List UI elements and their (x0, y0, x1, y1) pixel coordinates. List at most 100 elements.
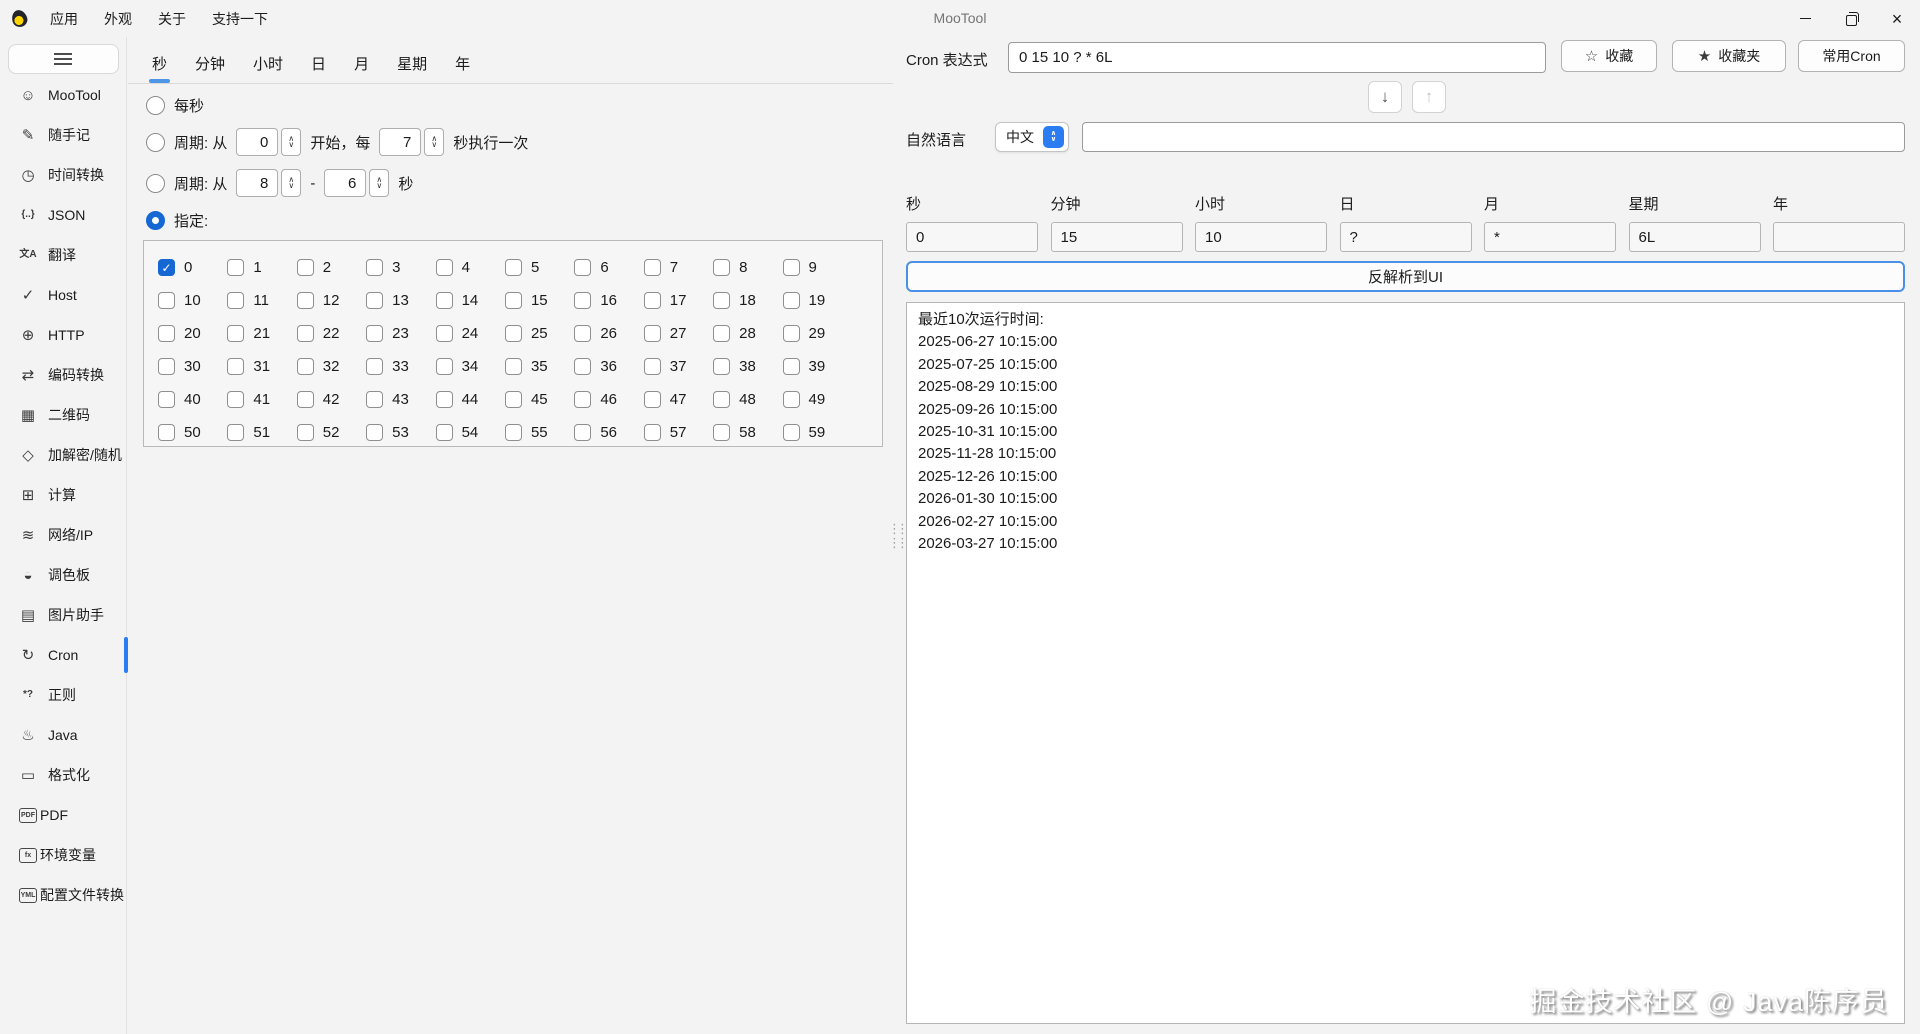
sidebar-item[interactable]: ▤ 图片助手 (0, 595, 126, 635)
second-option[interactable]: 23 (366, 325, 435, 342)
checkbox[interactable] (643, 391, 661, 408)
second-option[interactable]: 59 (782, 424, 852, 441)
sidebar-item[interactable]: *? 正则 (0, 675, 126, 715)
checkbox[interactable] (713, 391, 731, 408)
second-option[interactable]: 20 (158, 325, 227, 342)
favorites-folder-button[interactable]: ★ 收藏夹 (1672, 40, 1786, 72)
second-option[interactable]: 54 (435, 424, 505, 441)
second-option[interactable]: 52 (296, 424, 366, 441)
tab[interactable]: 秒 (138, 43, 181, 83)
cycle-start-stepper[interactable]: ∧ ∨ (281, 128, 302, 156)
checkbox[interactable] (643, 292, 661, 309)
tab[interactable]: 小时 (239, 43, 297, 83)
tab[interactable]: 月 (340, 43, 383, 83)
cron-part-input[interactable] (1773, 222, 1905, 252)
second-option[interactable]: 48 (713, 391, 782, 408)
checkbox[interactable] (574, 325, 592, 342)
second-option[interactable]: 56 (574, 424, 643, 441)
second-option[interactable]: 7 (643, 259, 713, 276)
checkbox[interactable] (713, 424, 731, 441)
checkbox[interactable] (366, 358, 384, 375)
favorite-button[interactable]: ☆ 收藏 (1561, 40, 1657, 72)
checkbox[interactable] (227, 259, 245, 276)
second-option[interactable]: 11 (227, 292, 296, 309)
option-every-second[interactable]: 每秒 (146, 90, 204, 120)
radio-every-second[interactable] (146, 95, 165, 115)
checkbox[interactable] (296, 325, 314, 342)
second-option[interactable]: 0 (158, 259, 227, 276)
menu-item[interactable]: 外观 (91, 0, 145, 37)
parse-down-button[interactable]: ↓ (1368, 81, 1402, 113)
sidebar-item[interactable]: ↻ Cron (0, 635, 128, 675)
menu-item[interactable]: 应用 (37, 0, 91, 37)
second-option[interactable]: 24 (435, 325, 505, 342)
second-option[interactable]: 15 (504, 292, 574, 309)
cron-part-input[interactable] (1050, 222, 1183, 252)
checkbox[interactable] (158, 259, 175, 276)
checkbox[interactable] (782, 325, 800, 342)
checkbox[interactable] (227, 424, 245, 441)
second-option[interactable]: 1 (227, 259, 296, 276)
tab[interactable]: 日 (297, 43, 340, 83)
checkbox[interactable] (158, 358, 175, 375)
checkbox[interactable] (782, 259, 800, 276)
checkbox[interactable] (643, 424, 661, 441)
sidebar-item[interactable]: ⊕ HTTP (0, 315, 126, 355)
second-option[interactable]: 43 (366, 391, 435, 408)
second-option[interactable]: 29 (782, 325, 852, 342)
sidebar-item[interactable]: ◒ 调色板 (0, 555, 126, 595)
run-times-output[interactable]: 最近10次运行时间: 2025-06-27 10:15:00 2025-07-2… (906, 302, 1905, 1024)
checkbox[interactable] (504, 325, 522, 342)
sidebar-item[interactable]: ✓ Host (0, 275, 126, 315)
cron-part-input[interactable] (1339, 222, 1472, 252)
splitter-handle[interactable]: ⋮⋮ ⋮⋮ (888, 521, 909, 551)
sidebar-item[interactable]: ◷ 时间转换 (0, 155, 126, 195)
sidebar-item[interactable]: ◇ 加解密/随机 (0, 435, 126, 475)
range-from-stepper[interactable]: ∧ ∨ (281, 169, 302, 197)
second-option[interactable]: 47 (643, 391, 713, 408)
checkbox[interactable] (504, 292, 522, 309)
checkbox[interactable] (574, 358, 592, 375)
sidebar-item[interactable]: PDF PDF (0, 795, 126, 835)
checkbox[interactable] (435, 259, 453, 276)
second-option[interactable]: 6 (574, 259, 643, 276)
checkbox[interactable] (435, 424, 453, 441)
cron-part-input[interactable] (906, 222, 1038, 252)
checkbox[interactable] (435, 325, 453, 342)
second-option[interactable]: 17 (643, 292, 713, 309)
checkbox[interactable] (504, 391, 522, 408)
language-select[interactable]: 中文 ∧ ∨ (995, 122, 1069, 152)
second-option[interactable]: 34 (435, 358, 505, 375)
second-option[interactable]: 51 (227, 424, 296, 441)
sidebar-item[interactable]: {..} JSON (0, 195, 126, 235)
checkbox[interactable] (227, 325, 245, 342)
cron-part-input[interactable] (1628, 222, 1761, 252)
sidebar-item[interactable]: ✎ 随手记 (0, 115, 126, 155)
checkbox[interactable] (435, 391, 453, 408)
checkbox[interactable] (158, 292, 175, 309)
checkbox[interactable] (158, 325, 175, 342)
menu-item[interactable]: 支持一下 (199, 0, 281, 37)
checkbox[interactable] (504, 259, 522, 276)
second-option[interactable]: 25 (504, 325, 574, 342)
cycle-step-stepper[interactable]: ∧ ∨ (424, 128, 445, 156)
second-option[interactable]: 38 (713, 358, 782, 375)
second-option[interactable]: 10 (158, 292, 227, 309)
checkbox[interactable] (643, 259, 661, 276)
checkbox[interactable] (713, 325, 731, 342)
radio-specify[interactable] (146, 210, 165, 230)
generate-up-button[interactable]: ↑ (1412, 81, 1446, 113)
checkbox[interactable] (366, 391, 384, 408)
cron-expression-input[interactable] (1008, 42, 1546, 73)
sidebar-item[interactable]: ▭ 格式化 (0, 755, 126, 795)
second-option[interactable]: 58 (713, 424, 782, 441)
checkbox[interactable] (366, 325, 384, 342)
sidebar-item[interactable]: 文A 翻译 (0, 235, 126, 275)
second-option[interactable]: 33 (366, 358, 435, 375)
second-option[interactable]: 2 (296, 259, 366, 276)
second-option[interactable]: 26 (574, 325, 643, 342)
checkbox[interactable] (643, 358, 661, 375)
sidebar-collapse-button[interactable] (7, 44, 119, 74)
second-option[interactable]: 40 (158, 391, 227, 408)
second-option[interactable]: 46 (574, 391, 643, 408)
